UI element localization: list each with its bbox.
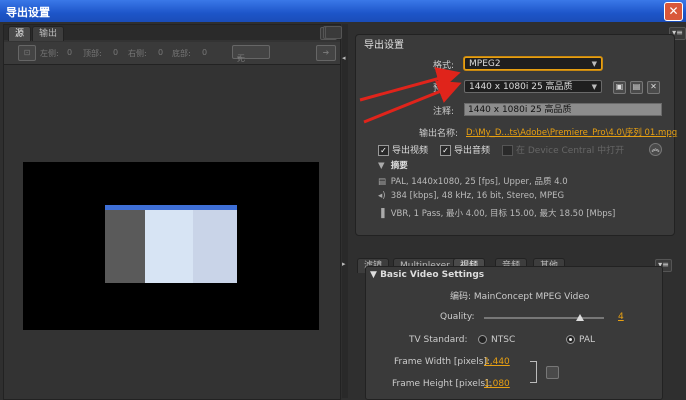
title-bar: 导出设置 ✕	[0, 0, 686, 22]
arrow-to-preset	[363, 80, 462, 124]
dialog-body: 源 输出 ▾≡ ⊡ 左侧: 0 顶部: 0 右侧: 0 底部: 0 无 ▾ ➔	[0, 22, 686, 400]
arrow-to-format	[359, 67, 461, 102]
annotation-arrows	[359, 67, 462, 124]
close-button[interactable]: ✕	[664, 2, 683, 21]
window-title: 导出设置	[6, 6, 50, 19]
